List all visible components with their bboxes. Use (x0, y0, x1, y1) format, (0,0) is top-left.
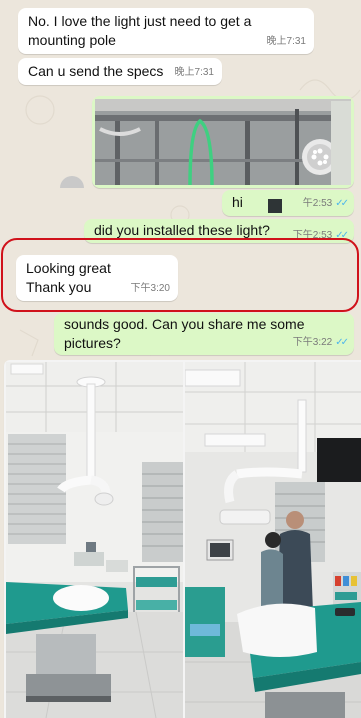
double-check-icon: ✓✓ (335, 337, 349, 348)
message-text: No. I love the light just need to get a (28, 13, 252, 29)
message-text: sounds good. Can you share me some (64, 316, 305, 332)
message-timestamp: 下午3:22 ✓✓ (292, 333, 349, 352)
message-text: hi (232, 194, 243, 210)
message-outgoing-image[interactable] (92, 96, 354, 188)
double-check-icon: ✓✓ (335, 198, 349, 209)
thumbnail-preview (268, 199, 282, 213)
message-text: mounting pole (28, 32, 116, 48)
message-timestamp: 晚上7:31 (174, 67, 214, 78)
message-time-text: 午2:53 (302, 198, 333, 209)
message-incoming[interactable]: No. I love the light just need to get a … (18, 8, 314, 54)
message-outgoing[interactable]: sounds good. Can you share me some pictu… (54, 313, 354, 355)
message-text: did you installed these light? (94, 222, 270, 238)
message-incoming-image[interactable] (4, 360, 361, 718)
message-incoming[interactable]: Can u send the specs 晚上7:31 (18, 58, 222, 85)
highlight-annotation (1, 238, 359, 312)
message-photo[interactable] (6, 362, 183, 718)
message-outgoing[interactable]: hi 午2:53 ✓✓ (222, 190, 354, 216)
message-timestamp: 晚上7:31 (266, 36, 306, 47)
message-timestamp: 午2:53 ✓✓ (302, 194, 349, 213)
message-photo[interactable] (95, 99, 351, 185)
message-time-text: 下午3:22 (292, 337, 333, 348)
message-text: Can u send the specs (28, 63, 164, 79)
message-photo[interactable] (185, 362, 361, 718)
